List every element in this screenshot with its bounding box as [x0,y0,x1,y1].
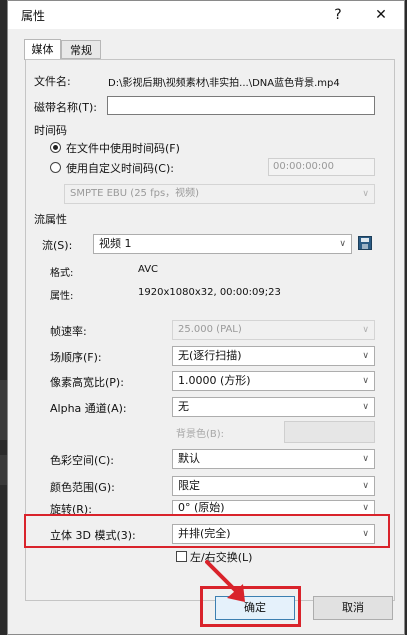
cancel-button[interactable]: 取消 [313,596,393,620]
chevron-down-icon: ∨ [362,351,369,361]
close-button[interactable]: ✕ [366,3,396,27]
tab-media[interactable]: 媒体 [24,39,61,60]
attributes-label: 属性: [50,291,74,302]
pixel-aspect-value: 1.0000 (方形) [178,374,251,387]
swap-left-right-checkbox[interactable] [176,551,187,562]
field-order-value: 无(逐行扫描) [178,349,242,362]
color-space-select[interactable]: 默认 ∨ [172,449,375,469]
tab-general[interactable]: 常规 [61,40,101,59]
chevron-down-icon: ∨ [362,503,369,513]
chevron-down-icon: ∨ [362,189,369,199]
background-color-swatch[interactable] [284,421,375,443]
timecode-format-select[interactable]: SMPTE EBU (25 fps，视频) ∨ [64,184,375,204]
timecode-custom-radio[interactable] [50,162,61,173]
stream-label: 流(S): [42,239,73,252]
frame-rate-value: 25.000 (PAL) [178,324,242,335]
title-bar: 属性 ? ✕ [8,1,404,29]
pixel-aspect-label: 像素高宽比(P): [50,376,124,389]
format-value: AVC [138,264,159,275]
attributes-value: 1920x1080x32, 00:00:09;23 [138,287,281,298]
pixel-aspect-select[interactable]: 1.0000 (方形) ∨ [172,371,375,391]
color-range-value: 限定 [178,479,200,492]
field-order-label: 场顺序(F): [50,351,102,364]
timecode-from-file-label[interactable]: 在文件中使用时间码(F) [66,140,180,156]
timecode-format-value: SMPTE EBU (25 fps，视频) [70,188,200,199]
stream-section-label: 流属性 [34,213,67,226]
help-button[interactable]: ? [323,3,353,27]
color-space-value: 默认 [178,452,200,465]
red-arrow-icon [205,560,245,602]
tape-name-label: 磁带名称(T): [34,101,98,114]
filename-label: 文件名: [34,75,71,88]
chevron-down-icon: ∨ [362,325,369,335]
alpha-value: 无 [178,400,189,413]
format-label: 格式: [50,268,74,279]
save-icon[interactable] [358,236,372,250]
alpha-select[interactable]: 无 ∨ [172,397,375,417]
alpha-label: Alpha 通道(A): [50,402,127,415]
highlight-box-stereo-3d [24,514,390,548]
timecode-section-label: 时间码 [34,124,67,137]
timecode-custom-label[interactable]: 使用自定义时间码(C): [66,160,174,176]
chevron-down-icon: ∨ [362,454,369,464]
timecode-from-file-radio[interactable] [50,142,61,153]
background-color-label: 背景色(B): [176,429,225,440]
chevron-down-icon: ∨ [362,376,369,386]
chevron-down-icon: ∨ [362,481,369,491]
color-range-select[interactable]: 限定 ∨ [172,476,375,496]
filename-value: D:\影视后期\视频素材\非实拍...\DNA蓝色背景.mp4 [108,78,340,89]
chevron-down-icon: ∨ [362,402,369,412]
stream-select[interactable]: 视频 1 ∨ [93,234,352,254]
color-range-label: 颜色范围(G): [50,481,115,494]
tape-name-input[interactable] [107,96,375,115]
chevron-down-icon: ∨ [339,239,346,249]
rotation-value: 0° (原始) [178,501,225,514]
dialog-title: 属性 [21,9,46,23]
color-space-label: 色彩空间(C): [50,454,114,467]
frame-rate-select[interactable]: 25.000 (PAL) ∨ [172,320,375,340]
timecode-custom-input[interactable]: 00:00:00:00 [268,158,375,176]
stream-value: 视频 1 [99,237,132,250]
frame-rate-label: 帧速率: [50,325,87,338]
field-order-select[interactable]: 无(逐行扫描) ∨ [172,346,375,366]
